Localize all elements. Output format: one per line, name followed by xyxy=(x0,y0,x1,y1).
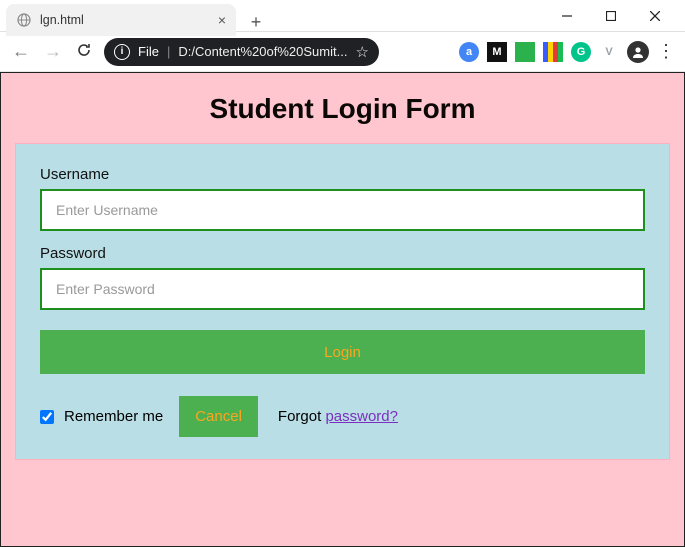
window-minimize-button[interactable] xyxy=(545,1,589,31)
extension-icon[interactable]: G xyxy=(571,42,591,62)
kebab-menu-icon[interactable]: ⋮ xyxy=(657,41,675,62)
bookmark-star-icon[interactable]: ☆ xyxy=(355,43,368,61)
address-bar[interactable]: i File | D:/Content%20of%20Sumit... ☆ xyxy=(104,38,379,66)
tab-title: lgn.html xyxy=(40,13,210,27)
remember-me-label: Remember me xyxy=(64,408,163,425)
url-scheme-label: File xyxy=(138,44,159,59)
window-maximize-button[interactable] xyxy=(589,1,633,31)
cancel-button[interactable]: Cancel xyxy=(179,396,258,437)
forward-button[interactable]: → xyxy=(42,41,64,62)
window-close-button[interactable] xyxy=(633,1,677,31)
forgot-password-link[interactable]: password? xyxy=(325,408,398,425)
extension-icon[interactable] xyxy=(543,42,563,62)
tab-close-icon[interactable]: × xyxy=(218,12,226,28)
extension-icon[interactable]: M xyxy=(487,42,507,62)
browser-toolbar: ← → i File | D:/Content%20of%20Sumit... … xyxy=(0,32,685,72)
extension-icon[interactable]: a xyxy=(459,42,479,62)
forgot-password-text: Forgot password? xyxy=(278,408,398,425)
page-body: Student Login Form Username Password Log… xyxy=(0,72,685,547)
extensions-row: a M G V ⋮ xyxy=(459,41,675,63)
username-input[interactable] xyxy=(40,189,645,231)
remember-me-checkbox[interactable] xyxy=(40,410,54,424)
password-input[interactable] xyxy=(40,268,645,310)
password-label: Password xyxy=(40,245,645,262)
back-button[interactable]: ← xyxy=(10,41,32,62)
globe-icon xyxy=(16,12,32,28)
url-separator: | xyxy=(167,44,170,59)
extension-icon[interactable] xyxy=(515,42,535,62)
username-label: Username xyxy=(40,166,645,183)
url-text: D:/Content%20of%20Sumit... xyxy=(178,44,347,59)
extension-icon[interactable]: V xyxy=(599,42,619,62)
site-info-icon[interactable]: i xyxy=(114,44,130,60)
new-tab-button[interactable]: + xyxy=(242,8,270,36)
page-title: Student Login Form xyxy=(9,93,676,125)
browser-tab[interactable]: lgn.html × xyxy=(6,4,236,36)
form-footer-row: Remember me Cancel Forgot password? xyxy=(40,396,645,437)
tab-strip: lgn.html × + xyxy=(6,0,270,36)
login-button[interactable]: Login xyxy=(40,330,645,374)
profile-avatar[interactable] xyxy=(627,41,649,63)
login-panel: Username Password Login Remember me Canc… xyxy=(15,143,670,460)
reload-button[interactable] xyxy=(74,42,94,62)
